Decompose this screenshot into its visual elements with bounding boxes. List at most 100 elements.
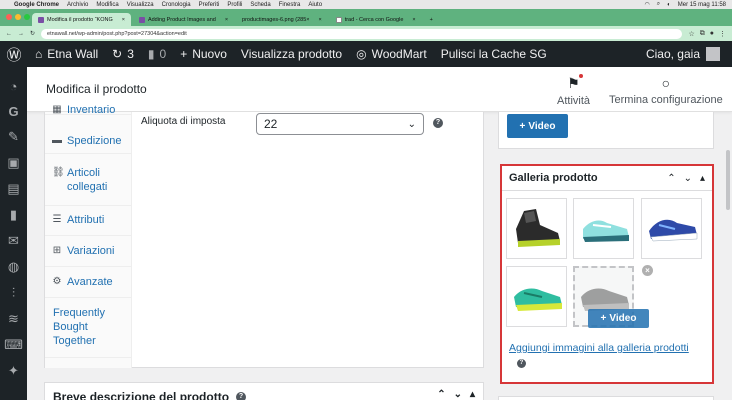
url-text: etnawall.net/wp-admin/post.php?post=2730…	[47, 30, 187, 37]
add-video-button[interactable]: + Video	[507, 114, 568, 138]
browser-tab-edit-product[interactable]: Modifica il prodotto “KONG ×	[32, 13, 131, 26]
menubar-view[interactable]: Visualizza	[127, 2, 154, 8]
menubar-edit[interactable]: Modifica	[96, 2, 118, 8]
extensions-icon[interactable]: ⧉	[700, 30, 705, 38]
next-sidebar-box	[498, 396, 714, 400]
close-tab-icon[interactable]: ×	[122, 17, 125, 23]
menubar-bookmarks[interactable]: Preferiti	[199, 2, 220, 8]
activity-button[interactable]: ⚑ Attività	[557, 74, 591, 107]
remove-image-icon[interactable]: ×	[642, 265, 653, 276]
tab-attributes[interactable]: ☰ Attributi	[45, 206, 132, 236]
menubar-history[interactable]: Cronologia	[162, 2, 191, 8]
menubar-help[interactable]: Aiuto	[308, 2, 322, 8]
menubar-tab[interactable]: Scheda	[250, 2, 270, 8]
wordpress-logo-icon[interactable]: Ⓦ	[0, 44, 28, 65]
add-gallery-images-link[interactable]: Aggiungi immagini alla galleria prodotti	[509, 342, 689, 354]
zoom-window-icon[interactable]	[24, 14, 30, 20]
bookmark-star-icon[interactable]: ☆	[688, 30, 694, 38]
menubar-window[interactable]: Finestra	[279, 2, 301, 8]
greeting: Ciao, gaia	[645, 47, 700, 61]
layers-icon[interactable]: ≋	[8, 311, 19, 327]
admin-bar-comments[interactable]: ▮ 0	[141, 41, 173, 67]
browser-tab-google[interactable]: trad - Cerca con Google ×	[330, 13, 422, 26]
close-tab-icon[interactable]: ×	[318, 17, 321, 23]
pages-icon[interactable]: ▤	[7, 181, 19, 197]
reload-icon[interactable]: ↻	[30, 30, 35, 37]
wifi-icon[interactable]: ◠	[645, 1, 650, 8]
menubar-clock[interactable]: Mer 15 mag 11:58	[678, 2, 726, 8]
close-tab-icon[interactable]: ×	[225, 17, 228, 23]
tab-shipping[interactable]: ▬ Spedizione	[45, 128, 132, 154]
browser-tab-image[interactable]: productimages-6.png (285× ×	[236, 13, 328, 26]
tab-label: Adding Product Images and	[147, 16, 216, 23]
forward-icon[interactable]: →	[18, 31, 24, 37]
tab-label: trad - Cerca con Google	[344, 16, 404, 23]
finish-setup-button[interactable]: ○ Termina configurazione	[609, 75, 723, 106]
menubar-app-name[interactable]: Google Chrome	[14, 2, 59, 8]
tab-advanced[interactable]: ⚙ Avanzate	[45, 267, 132, 298]
tab-linked-products[interactable]: ⛓ Articoli collegati	[45, 160, 132, 206]
search-icon[interactable]: ⌕	[657, 1, 660, 8]
shoe-image-icon	[582, 220, 629, 242]
dashboard-icon[interactable]: ◔	[10, 79, 18, 94]
help-icon[interactable]: ?	[517, 359, 526, 368]
admin-bar-view-product[interactable]: Visualizza prodotto	[234, 41, 349, 67]
gallery-image-1[interactable]	[506, 198, 567, 259]
menubar-profiles[interactable]: Profili	[227, 2, 242, 8]
minimize-window-icon[interactable]	[15, 14, 21, 20]
browser-toolbar: ← → ↻ etnawall.net/wp-admin/post.php?pos…	[0, 26, 732, 41]
page-scrollbar[interactable]	[726, 150, 730, 210]
updates-count: 3	[127, 47, 134, 61]
code-icon[interactable]: ⌨	[4, 337, 23, 353]
chrome-menu-icon[interactable]: ⋮	[719, 30, 726, 38]
profile-icon[interactable]: ●	[710, 30, 714, 38]
toggle-panel-icon[interactable]: ▴	[470, 389, 475, 400]
woocommerce-icon[interactable]: ◍	[8, 259, 19, 275]
product-data-tabs: ▦ Inventario ▬ Spedizione ⛓ Articoli col…	[45, 104, 132, 368]
admin-bar-site[interactable]: ⌂ Etna Wall	[28, 41, 105, 67]
browser-tab-adding-images[interactable]: Adding Product Images and ×	[133, 13, 234, 26]
back-icon[interactable]: ←	[6, 31, 12, 37]
admin-bar-account[interactable]: Ciao, gaia	[646, 47, 732, 61]
move-up-icon[interactable]: ⌃	[437, 389, 445, 400]
tab-frequently-bought-together[interactable]: Frequently Bought Together	[45, 298, 132, 358]
gallery-add-video-button[interactable]: + Video	[588, 309, 649, 328]
control-center-icon[interactable]: ◐	[667, 2, 671, 8]
help-icon[interactable]: ?	[433, 118, 443, 128]
tax-rate-select[interactable]: 22 ⌄	[256, 113, 424, 135]
menubar-file[interactable]: Archivio	[67, 2, 88, 8]
gallery-header: Galleria prodotto ⌃ ⌄ ▴	[502, 166, 712, 191]
admin-bar-updates[interactable]: ↻ 3	[105, 41, 141, 67]
media-icon[interactable]: ▣	[7, 155, 19, 171]
pin-icon[interactable]: ✎	[8, 129, 19, 145]
appearance-icon[interactable]: ✦	[8, 363, 19, 379]
gallery-image-2[interactable]	[573, 198, 634, 259]
move-down-icon[interactable]: ⌄	[454, 389, 462, 400]
admin-bar-purge-cache[interactable]: Pulisci la Cache SG	[434, 41, 554, 67]
updates-icon: ↻	[112, 47, 123, 61]
new-tab-button[interactable]: +	[424, 13, 439, 26]
tab-variations[interactable]: ⊞ Variazioni	[45, 236, 132, 267]
avatar	[706, 47, 720, 61]
site-kit-icon[interactable]: G	[8, 104, 18, 119]
activity-label: Attività	[557, 95, 591, 107]
admin-bar-new[interactable]: + Nuovo	[173, 41, 234, 67]
close-window-icon[interactable]	[6, 14, 12, 20]
short-description-box: Breve descrizione del prodotto ? ⌃ ⌄ ▴	[44, 382, 484, 400]
close-tab-icon[interactable]: ×	[412, 17, 415, 23]
gallery-image-4[interactable]	[506, 266, 567, 327]
wordpress-favicon-icon	[38, 16, 44, 23]
address-bar[interactable]: etnawall.net/wp-admin/post.php?post=2730…	[41, 28, 683, 39]
tab-inventory[interactable]: ▦ Inventario	[45, 103, 132, 115]
toggle-panel-icon[interactable]: ▴	[700, 173, 705, 184]
settings-sliders-icon[interactable]: ⫶	[12, 285, 15, 301]
comments-icon[interactable]: ▮	[10, 207, 17, 223]
help-icon[interactable]: ?	[236, 392, 247, 400]
move-down-icon[interactable]: ⌄	[684, 173, 692, 184]
tab-label: Avanzate	[67, 276, 113, 288]
move-up-icon[interactable]: ⌃	[667, 173, 675, 184]
mail-icon[interactable]: ✉	[8, 233, 19, 249]
gallery-image-3[interactable]	[641, 198, 702, 259]
admin-bar-woodmart[interactable]: ◎ WoodMart	[349, 41, 434, 67]
plus-icon: +	[519, 120, 526, 132]
